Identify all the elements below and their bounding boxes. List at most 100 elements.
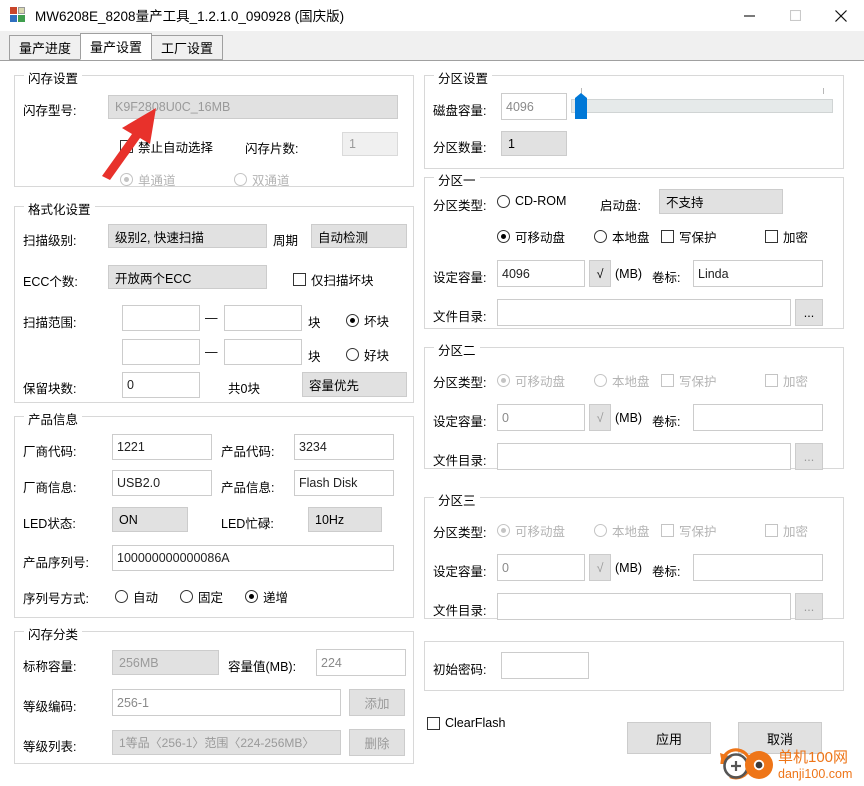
p2-local-radio[interactable]: 本地盘 bbox=[594, 371, 650, 390]
partition-one-group: 分区一 分区类型: CD-ROM 启动盘: 不支持 可移动盘 本地盘 写保护 加… bbox=[424, 170, 844, 329]
bad-block-dot bbox=[346, 314, 359, 327]
window-title: MW6208E_8208量产工具_1.2.1.0_090928 (国庆版) bbox=[35, 9, 345, 24]
bad-block-radio[interactable]: 坏块 bbox=[346, 311, 389, 330]
p2-encrypt-checkbox[interactable]: 加密 bbox=[765, 371, 808, 390]
scan-range-2-from-input[interactable] bbox=[122, 339, 200, 365]
p1-file-dir-label: 文件目录: bbox=[433, 310, 487, 324]
apply-button[interactable]: 应用 bbox=[627, 722, 711, 754]
serial-mode-auto-radio[interactable]: 自动 bbox=[115, 587, 158, 606]
p1-write-protect-checkbox[interactable]: 写保护 bbox=[661, 227, 717, 246]
p1-removable-radio[interactable]: 可移动盘 bbox=[497, 227, 565, 246]
priority-combo[interactable]: 容量优先 bbox=[302, 372, 407, 397]
p1-removable-dot bbox=[497, 230, 510, 243]
p1-write-protect-label: 写保护 bbox=[679, 231, 717, 245]
p3-browse-button[interactable]: ... bbox=[795, 593, 823, 620]
p1-capacity-confirm-button[interactable]: √ bbox=[589, 260, 611, 287]
range-1-unit: 块 bbox=[308, 316, 321, 330]
site-watermark: 单机100网 danji100.com bbox=[720, 748, 852, 781]
tab-production-settings[interactable]: 量产设置 bbox=[80, 33, 153, 60]
minimize-button[interactable] bbox=[726, 0, 772, 31]
p1-local-radio[interactable]: 本地盘 bbox=[594, 227, 650, 246]
vendor-info-input[interactable]: USB2.0 bbox=[112, 470, 212, 496]
p1-set-capacity-input[interactable]: 4096 bbox=[497, 260, 585, 287]
clearflash-label: ClearFlash bbox=[445, 716, 506, 730]
p3-set-capacity-label: 设定容量: bbox=[433, 565, 487, 579]
p2-removable-radio[interactable]: 可移动盘 bbox=[497, 371, 565, 390]
scan-range-1-to-input[interactable] bbox=[224, 305, 302, 331]
slider-thumb[interactable] bbox=[575, 93, 587, 119]
product-info-input[interactable]: Flash Disk bbox=[294, 470, 394, 496]
disable-auto-select-checkbox[interactable]: 禁止自动选择 bbox=[120, 137, 213, 156]
serial-mode-fixed-radio[interactable]: 固定 bbox=[180, 587, 223, 606]
p2-mb-label: (MB) bbox=[615, 411, 643, 425]
p1-cdrom-radio[interactable]: CD-ROM bbox=[497, 194, 566, 208]
p3-file-dir-input[interactable] bbox=[497, 593, 791, 620]
p1-encrypt-checkbox[interactable]: 加密 bbox=[765, 227, 808, 246]
watermark-logo-icon bbox=[720, 748, 773, 780]
maximize-button[interactable] bbox=[772, 0, 818, 31]
vendor-code-label: 厂商代码: bbox=[23, 445, 77, 459]
p2-capacity-confirm-button[interactable]: √ bbox=[589, 404, 611, 431]
dual-channel-radio[interactable]: 双通道 bbox=[234, 170, 290, 189]
p3-local-radio[interactable]: 本地盘 bbox=[594, 521, 650, 540]
p1-file-dir-input[interactable] bbox=[497, 299, 791, 326]
p2-browse-button[interactable]: ... bbox=[795, 443, 823, 470]
good-block-dot bbox=[346, 348, 359, 361]
product-info-title: 产品信息 bbox=[24, 409, 83, 428]
led-busy-combo[interactable]: 10Hz bbox=[308, 507, 382, 532]
flash-class-group: 闪存分类 标称容量: 256MB 容量值(MB): 224 等级编码: 256-… bbox=[14, 624, 414, 764]
p2-volume-input[interactable] bbox=[693, 404, 823, 431]
nominal-capacity-combo[interactable]: 256MB bbox=[112, 650, 219, 675]
partition-count-combo[interactable]: 1 bbox=[501, 131, 567, 156]
single-channel-radio[interactable]: 单通道 bbox=[120, 170, 176, 189]
p3-volume-input[interactable] bbox=[693, 554, 823, 581]
good-block-radio[interactable]: 好块 bbox=[346, 345, 389, 364]
flash-model-combo[interactable]: K9F2808U0C_16MB bbox=[108, 95, 398, 119]
p3-set-capacity-input[interactable]: 0 bbox=[497, 554, 585, 581]
scan-range-1-from-input[interactable] bbox=[122, 305, 200, 331]
tab-factory-settings[interactable]: 工厂设置 bbox=[151, 35, 224, 60]
serial-mode-incremental-radio[interactable]: 递增 bbox=[245, 587, 288, 606]
delete-grade-button[interactable]: 删除 bbox=[349, 729, 405, 756]
p1-browse-button[interactable]: ... bbox=[795, 299, 823, 326]
grade-list-combo[interactable]: 1等品〈256-1〉范围〈224-256MB〉 bbox=[112, 730, 341, 755]
partition-two-title: 分区二 bbox=[434, 340, 480, 359]
p3-encrypt-checkbox[interactable]: 加密 bbox=[765, 521, 808, 540]
ecc-combo[interactable]: 开放两个ECC bbox=[108, 265, 267, 289]
chip-count-combo[interactable]: 1 bbox=[342, 132, 398, 156]
grade-code-input[interactable]: 256-1 bbox=[112, 689, 341, 716]
p1-local-dot bbox=[594, 230, 607, 243]
range-2-unit: 块 bbox=[308, 350, 321, 364]
p2-file-dir-input[interactable] bbox=[497, 443, 791, 470]
close-button[interactable] bbox=[818, 0, 864, 31]
p2-write-protect-checkbox[interactable]: 写保护 bbox=[661, 371, 717, 390]
scan-range-2-to-input[interactable] bbox=[224, 339, 302, 365]
serial-number-input[interactable]: 100000000000086A bbox=[112, 545, 394, 571]
disk-capacity-input[interactable]: 4096 bbox=[501, 93, 567, 120]
flash-settings-title: 闪存设置 bbox=[24, 68, 83, 87]
vendor-code-input[interactable]: 1221 bbox=[112, 434, 212, 460]
p2-set-capacity-input[interactable]: 0 bbox=[497, 404, 585, 431]
scan-level-combo[interactable]: 级别2, 快速扫描 bbox=[108, 224, 267, 248]
p3-encrypt-label: 加密 bbox=[783, 525, 809, 539]
product-code-input[interactable]: 3234 bbox=[294, 434, 394, 460]
capacity-value-input[interactable]: 224 bbox=[316, 649, 406, 676]
p1-boot-combo[interactable]: 不支持 bbox=[659, 189, 783, 214]
cycle-combo[interactable]: 自动检测 bbox=[311, 224, 407, 248]
reserved-blocks-input[interactable]: 0 bbox=[122, 372, 200, 398]
scan-bad-only-checkbox[interactable]: 仅扫描坏块 bbox=[293, 270, 374, 289]
initial-password-input[interactable] bbox=[501, 652, 589, 679]
p1-volume-input[interactable]: Linda bbox=[693, 260, 823, 287]
slider-tick-right bbox=[823, 88, 824, 94]
clearflash-checkbox[interactable]: ClearFlash bbox=[427, 716, 505, 730]
disk-capacity-slider[interactable] bbox=[571, 88, 833, 122]
partition-two-group: 分区二 分区类型: 可移动盘 本地盘 写保护 加密 设定容量: 0 √ (MB)… bbox=[424, 340, 844, 470]
p2-removable-label: 可移动盘 bbox=[515, 375, 566, 389]
led-state-combo[interactable]: ON bbox=[112, 507, 188, 532]
p1-write-protect-box bbox=[661, 230, 674, 243]
tab-production-progress[interactable]: 量产进度 bbox=[9, 35, 82, 60]
p3-capacity-confirm-button[interactable]: √ bbox=[589, 554, 611, 581]
p3-removable-radio[interactable]: 可移动盘 bbox=[497, 521, 565, 540]
add-grade-button[interactable]: 添加 bbox=[349, 689, 405, 716]
p3-write-protect-checkbox[interactable]: 写保护 bbox=[661, 521, 717, 540]
